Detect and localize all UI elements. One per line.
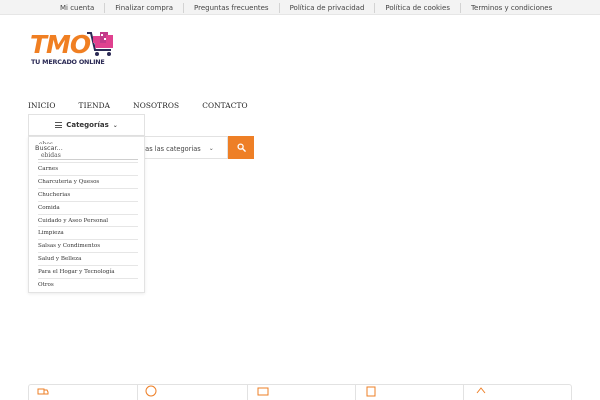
top-link-mi-cuenta[interactable]: Mi cuenta xyxy=(40,2,106,13)
search-icon xyxy=(236,143,246,152)
nav-item-tienda[interactable]: TIENDA xyxy=(79,101,111,110)
top-link-preguntas-frecuentes[interactable]: Preguntas frecuentes xyxy=(184,2,280,13)
main-nav: INICIO TIENDA NOSOTROS CONTACTO xyxy=(28,101,271,110)
category-item-comida[interactable]: Comida xyxy=(38,200,138,214)
box-icon xyxy=(366,386,376,397)
category-item-cuidado-aseo[interactable]: Cuidado y Aseo Personal xyxy=(38,213,138,227)
top-link-terminos-condiciones[interactable]: Terminos y condiciones xyxy=(461,3,562,13)
logo-brand: TMO xyxy=(30,30,91,59)
category-item-hogar-tecnologia[interactable]: Para el Hogar y Tecnología xyxy=(38,265,138,278)
category-item-chucherias[interactable]: Chucherias xyxy=(38,187,138,201)
truck-icon xyxy=(37,388,49,395)
nav-item-contacto[interactable]: CONTACTO xyxy=(202,101,248,110)
hamburger-icon xyxy=(55,122,63,128)
percent-badge-icon xyxy=(145,385,157,397)
shopping-cart-icon xyxy=(87,32,113,56)
feature-divider xyxy=(247,385,248,400)
top-bar: Mi cuenta Finalizar compra Preguntas fre… xyxy=(0,0,600,15)
search-category-value: das las categorias xyxy=(141,144,201,153)
feature-divider xyxy=(355,385,356,400)
category-item-charcuteria[interactable]: Charcuteria y Quesos xyxy=(38,174,138,188)
chevron-down-icon: ⌄ xyxy=(208,145,214,152)
chevron-down-icon: ⌄ xyxy=(112,121,118,129)
search-button[interactable] xyxy=(228,136,254,159)
category-list: Carnes Charcuteria y Quesos Chucherias C… xyxy=(38,162,138,291)
logo-tagline: TU MERCADO ONLINE xyxy=(31,58,105,66)
feature-divider xyxy=(463,385,464,400)
dropdown-ghost-text: ebidas xyxy=(41,152,61,159)
category-item-salud-belleza[interactable]: Salud y Belleza xyxy=(38,252,138,265)
dropdown-divider xyxy=(38,159,138,160)
search-category-select[interactable]: das las categorias ⌄ xyxy=(141,137,229,160)
category-item-limpieza[interactable]: Limpieza xyxy=(38,226,138,239)
card-icon xyxy=(257,387,269,396)
features-bar xyxy=(28,384,572,400)
dropdown-search-placeholder: Buscar... xyxy=(35,144,65,152)
top-link-politica-cookies[interactable]: Política de cookies xyxy=(375,2,461,13)
feature-divider xyxy=(137,385,138,400)
top-links: Mi cuenta Finalizar compra Preguntas fre… xyxy=(40,0,562,15)
nav-item-nosotros[interactable]: NOSOTROS xyxy=(133,101,179,110)
category-item-salsas[interactable]: Salsas y Condimentos xyxy=(38,239,138,252)
top-link-politica-privacidad[interactable]: Política de privacidad xyxy=(280,2,376,13)
nav-item-inicio[interactable]: INICIO xyxy=(28,101,56,110)
category-item-carnes[interactable]: Carnes xyxy=(38,162,138,175)
top-link-finalizar-compra[interactable]: Finalizar compra xyxy=(105,2,184,13)
category-item-otros[interactable]: Otros xyxy=(38,278,138,291)
site-logo[interactable]: TMO TU MERCADO ONLINE xyxy=(30,28,118,70)
support-icon xyxy=(476,387,486,394)
categories-toggle-button[interactable]: Categorías ⌄ xyxy=(28,114,145,136)
categories-dropdown: ebes Buscar... ebidas Carnes Charcuteria… xyxy=(28,136,145,293)
categories-label: Categorías xyxy=(66,121,109,129)
